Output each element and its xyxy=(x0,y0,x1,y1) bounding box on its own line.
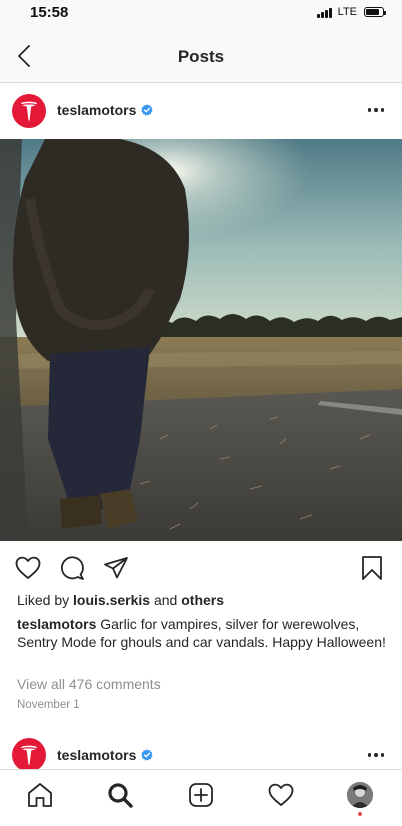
bookmark-icon xyxy=(362,556,382,580)
profile-avatar xyxy=(347,782,373,808)
search-icon xyxy=(108,783,133,808)
signal-strength-icon xyxy=(316,7,332,18)
more-dot-icon xyxy=(380,753,385,757)
avatar[interactable] xyxy=(12,738,46,772)
battery-level xyxy=(366,9,379,15)
tab-search[interactable] xyxy=(105,780,135,810)
post-username[interactable]: teslamotors xyxy=(57,102,153,118)
more-dot-icon xyxy=(374,108,378,112)
tab-activity[interactable] xyxy=(266,780,296,810)
heart-icon xyxy=(15,556,41,579)
liked-by-user-link[interactable]: louis.serkis xyxy=(73,592,150,608)
post-caption: teslamotors Garlic for vampires, silver … xyxy=(17,615,392,651)
caption-username[interactable]: teslamotors xyxy=(17,616,96,632)
next-post-header: teslamotors xyxy=(0,730,402,774)
verified-badge-icon xyxy=(141,749,153,761)
post-photo xyxy=(0,139,402,541)
page-title: Posts xyxy=(177,47,225,66)
likes-prefix: Liked by xyxy=(17,592,70,608)
comment-button[interactable] xyxy=(58,554,86,582)
home-icon xyxy=(28,783,52,807)
more-dot-icon xyxy=(380,108,385,112)
tesla-logo-icon xyxy=(21,101,37,121)
network-type: LTE xyxy=(337,6,357,18)
more-options-button[interactable] xyxy=(364,100,388,120)
activity-heart-icon xyxy=(268,783,294,806)
share-icon xyxy=(104,557,128,579)
likes-others-link[interactable]: others xyxy=(181,592,224,608)
like-button[interactable] xyxy=(14,554,42,582)
more-dot-icon xyxy=(374,753,378,757)
likes-line: Liked by louis.serkis and others xyxy=(17,592,224,608)
bottom-tab-bar xyxy=(0,769,402,826)
battery-icon xyxy=(364,7,386,17)
bookmark-button[interactable] xyxy=(358,554,386,582)
username-text: teslamotors xyxy=(57,747,137,763)
new-post-icon xyxy=(189,783,213,807)
more-dot-icon xyxy=(367,108,372,112)
post-username[interactable]: teslamotors xyxy=(57,747,153,763)
status-bar: 15:58 LTE xyxy=(0,0,402,28)
tab-profile[interactable] xyxy=(345,780,375,810)
notification-dot xyxy=(358,812,362,816)
comment-icon xyxy=(61,556,84,580)
tab-new-post[interactable] xyxy=(186,780,216,810)
post-actions xyxy=(0,548,402,584)
post-date: November 1 xyxy=(17,699,80,711)
post-media[interactable] xyxy=(0,139,402,541)
tesla-logo-icon xyxy=(21,745,37,765)
status-time: 15:58 xyxy=(30,4,69,21)
avatar[interactable] xyxy=(12,94,46,128)
tab-home[interactable] xyxy=(25,780,55,810)
more-dot-icon xyxy=(367,753,372,757)
status-icons: LTE xyxy=(316,6,386,18)
username-text: teslamotors xyxy=(57,102,137,118)
nav-bar: Posts xyxy=(0,28,402,83)
view-comments-link[interactable]: View all 476 comments xyxy=(17,676,161,692)
profile-photo xyxy=(347,782,373,808)
verified-badge-icon xyxy=(141,104,153,116)
post-header: teslamotors xyxy=(0,86,402,138)
share-button[interactable] xyxy=(102,554,130,582)
more-options-button[interactable] xyxy=(364,745,388,765)
likes-joiner: and xyxy=(153,592,178,608)
